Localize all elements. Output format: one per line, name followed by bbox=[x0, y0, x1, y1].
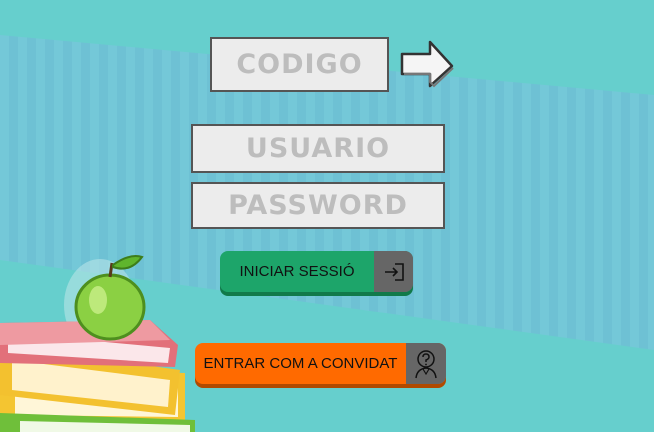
login-button[interactable]: INICIAR SESSIÓ bbox=[220, 251, 413, 292]
guest-login-button[interactable]: ENTRAR COM A CONVIDAT bbox=[195, 343, 446, 384]
username-input[interactable] bbox=[191, 124, 445, 173]
login-icon bbox=[374, 251, 413, 292]
guest-button-label: ENTRAR COM A CONVIDAT bbox=[203, 355, 398, 372]
password-input[interactable] bbox=[191, 182, 445, 229]
guest-question-icon bbox=[406, 343, 446, 384]
login-button-label: INICIAR SESSIÓ bbox=[239, 263, 355, 280]
code-input[interactable] bbox=[210, 37, 389, 92]
books-and-apple-illustration bbox=[0, 255, 195, 432]
arrow-right-icon[interactable] bbox=[398, 38, 456, 90]
